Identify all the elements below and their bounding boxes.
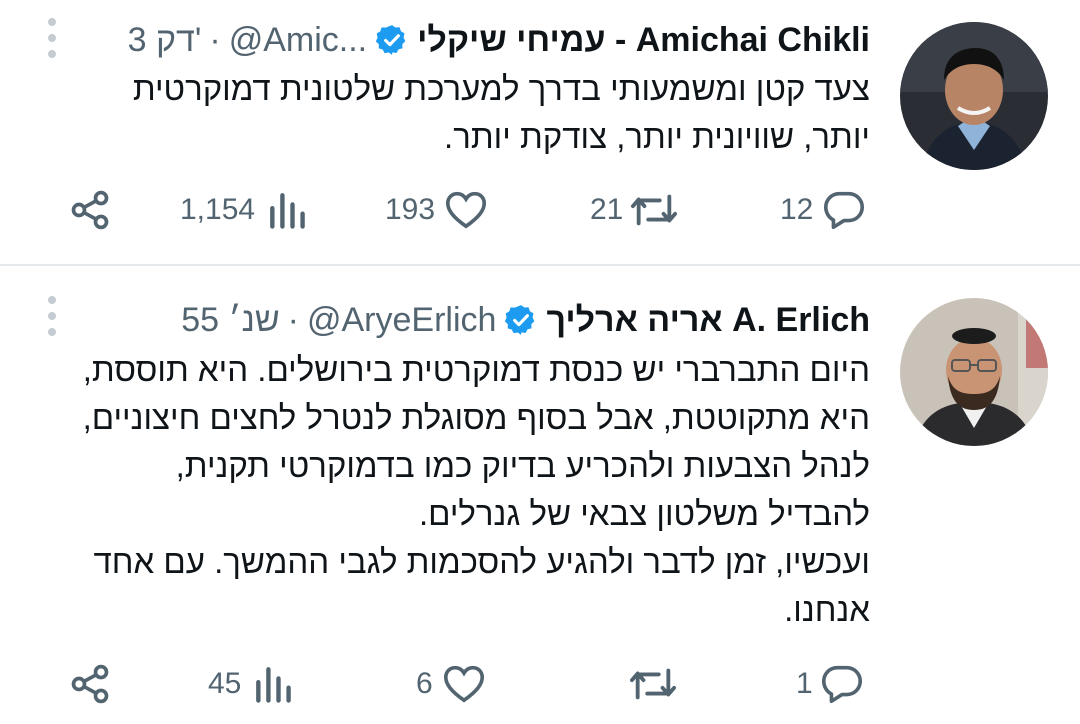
- avatar-photo: [900, 22, 1048, 170]
- timestamp[interactable]: 3 דק': [128, 21, 202, 60]
- retweet-button[interactable]: [628, 654, 678, 714]
- author-handle[interactable]: @AryeErlich: [307, 301, 496, 340]
- views-button[interactable]: 1,154: [180, 180, 309, 240]
- action-bar: 1,154 193 21 12: [0, 180, 1080, 240]
- views-button[interactable]: 45: [208, 654, 295, 714]
- tweet-text-line: ועכשיו, זמן לדבר ולהגיע להסכמות לגבי ההמ…: [93, 543, 870, 580]
- tweet[interactable]: אריה ארליך A. Erlich @AryeErlich · 55 שנ…: [0, 266, 1080, 724]
- tweet-text-line: להבדיל משלטון צבאי של גנרלים.: [418, 495, 870, 532]
- more-options-icon[interactable]: [42, 18, 62, 58]
- tweet-text-line: יותר, שוויונית יותר, צודקת יותר.: [444, 118, 870, 155]
- tweet-text: צעד קטן ומשמעותי בדרך למערכת שלטונית דמו…: [80, 65, 870, 161]
- avatar-photo: [900, 298, 1048, 446]
- more-options-icon[interactable]: [42, 296, 62, 336]
- views-icon: [256, 667, 292, 703]
- avatar[interactable]: [900, 298, 1048, 446]
- likes-count: 193: [385, 193, 436, 226]
- tweet-text-line: צעד קטן ומשמעותי בדרך למערכת שלטונית דמו…: [132, 70, 870, 107]
- action-bar: 45 6 1: [0, 654, 1080, 714]
- replies-count: 12: [780, 193, 814, 226]
- share-icon: [71, 664, 109, 704]
- verified-badge-icon: [505, 305, 535, 335]
- likes-count: 6: [416, 667, 433, 700]
- like-icon: [443, 665, 484, 703]
- tweet-header: אריה ארליך A. Erlich @AryeErlich · 55 שנ…: [181, 290, 870, 350]
- like-button[interactable]: 193: [385, 180, 489, 240]
- retweet-button[interactable]: 21: [590, 180, 679, 240]
- tweet-text-line: היום התברברי יש כנסת דמוקרטית בירושלים. …: [82, 351, 870, 388]
- views-count: 1,154: [180, 193, 256, 226]
- tweet-text-line: אנחנו.: [784, 591, 870, 628]
- like-button[interactable]: 6: [416, 654, 487, 714]
- share-button[interactable]: [68, 180, 112, 240]
- author-handle[interactable]: @Amic...: [229, 21, 367, 60]
- avatar[interactable]: [900, 22, 1048, 170]
- tweet-text-line: היא מתקוטטת, אבל בסוף מסוגלת לנטרל לחצים…: [82, 399, 870, 436]
- share-icon: [71, 190, 109, 230]
- share-button[interactable]: [68, 654, 112, 714]
- reply-button[interactable]: 1: [796, 654, 865, 714]
- retweet-icon: [630, 668, 676, 700]
- separator-dot: ·: [287, 300, 299, 339]
- tweet-text-line: לנהל הצבעות ולהכריע בדיוק כמו בדמוקרטי ת…: [175, 447, 870, 484]
- views-count: 45: [208, 667, 242, 700]
- verified-badge-icon: [375, 25, 406, 55]
- tweet[interactable]: עמיחי שיקלי - Amichai Chikli @Amic... · …: [0, 0, 1080, 265]
- reply-button[interactable]: 12: [780, 180, 867, 240]
- retweet-icon: [631, 194, 678, 226]
- separator-dot: ·: [209, 20, 221, 59]
- author-name[interactable]: אריה ארליך A. Erlich: [546, 301, 870, 340]
- tweet-header: עמיחי שיקלי - Amichai Chikli @Amic... · …: [128, 10, 870, 70]
- views-icon: [270, 193, 305, 229]
- reply-icon: [821, 665, 862, 704]
- tweet-text: היום התברברי יש כנסת דמוקרטית בירושלים. …: [40, 346, 870, 634]
- reply-icon: [824, 191, 865, 230]
- retweets-count: 21: [590, 193, 624, 226]
- timestamp[interactable]: 55 שנ׳: [181, 301, 279, 340]
- replies-count: 1: [796, 667, 813, 700]
- like-icon: [446, 191, 487, 229]
- author-name[interactable]: עמיחי שיקלי - Amichai Chikli: [417, 21, 870, 60]
